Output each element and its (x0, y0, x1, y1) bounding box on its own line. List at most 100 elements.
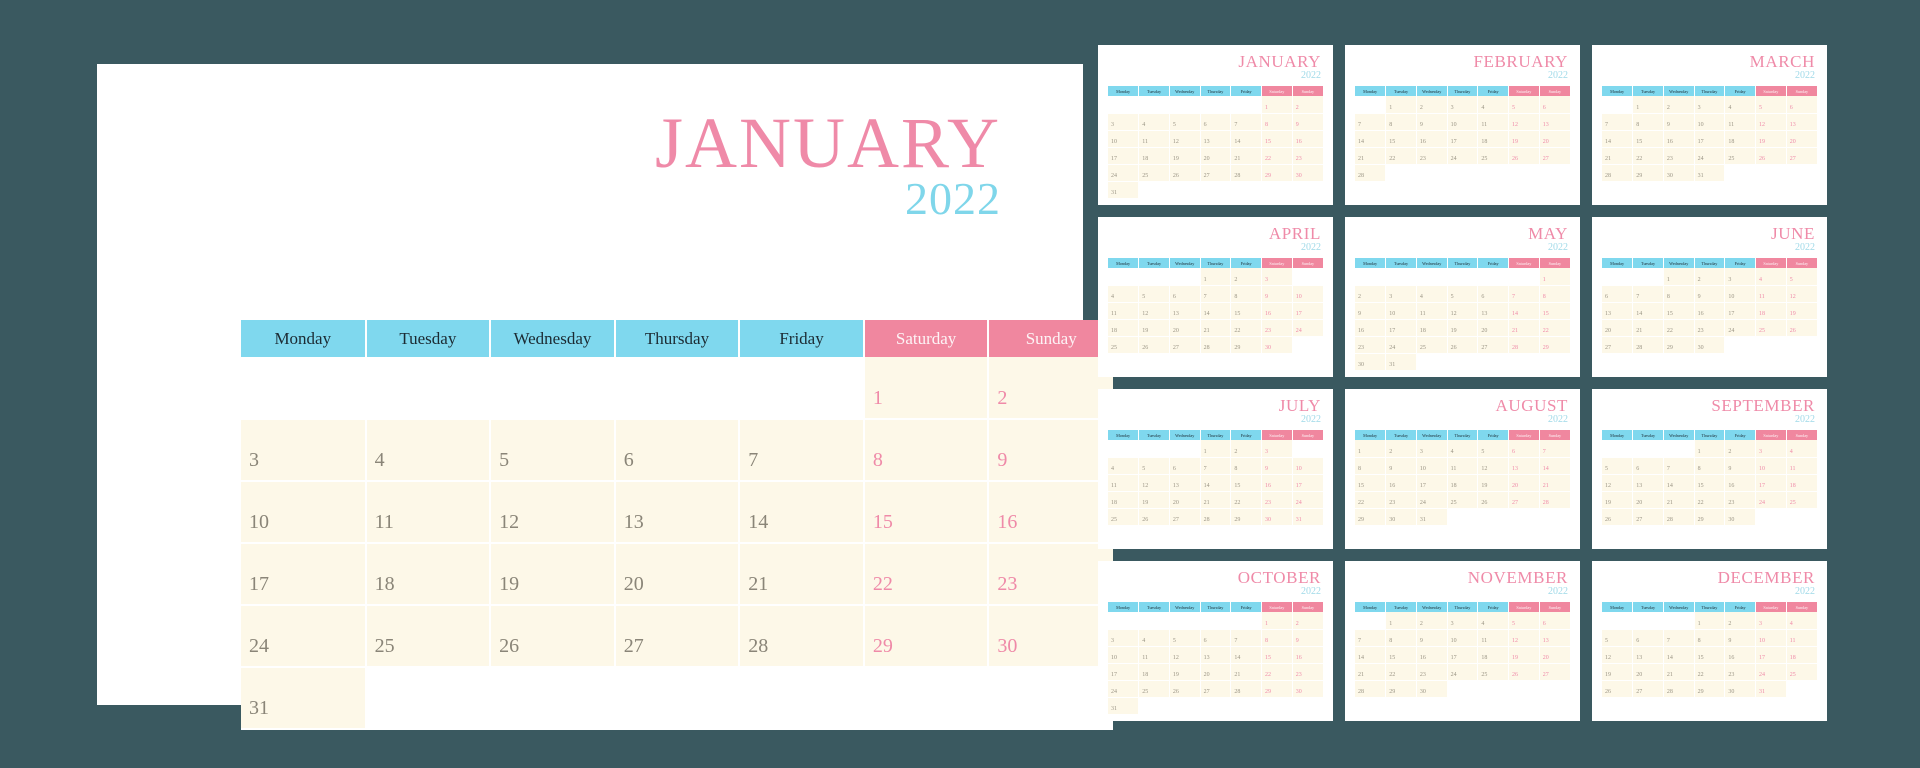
mini-day-cell[interactable]: 24 (1694, 147, 1726, 165)
mini-day-cell[interactable]: 20 (1632, 663, 1664, 681)
mini-day-cell[interactable]: 6 (1539, 96, 1570, 114)
mini-day-cell[interactable]: 25 (1724, 147, 1757, 165)
mini-day-cell[interactable]: 7 (1602, 113, 1634, 131)
mini-day-cell[interactable]: 30 (1355, 353, 1387, 371)
mini-day-cell[interactable]: 25 (1108, 336, 1140, 354)
mini-day-cell[interactable]: 1 (1385, 96, 1417, 114)
mini-day-cell[interactable]: 10 (1755, 457, 1787, 475)
mini-day-cell[interactable]: 16 (1385, 474, 1417, 492)
mini-day-cell[interactable]: 15 (1539, 302, 1570, 320)
mini-day-cell[interactable]: 1 (1261, 612, 1293, 630)
mini-day-cell[interactable]: 17 (1724, 302, 1757, 320)
mini-day-cell[interactable]: 22 (1632, 147, 1664, 165)
mini-day-cell[interactable]: 18 (1724, 130, 1757, 148)
mini-day-cell[interactable]: 5 (1138, 285, 1170, 303)
mini-day-cell[interactable]: 22 (1694, 491, 1726, 509)
mini-day-cell[interactable]: 3 (1261, 268, 1293, 286)
mini-day-cell[interactable]: 25 (1138, 164, 1170, 182)
mini-day-cell[interactable]: 1 (1694, 440, 1726, 458)
mini-day-cell[interactable]: 2 (1694, 268, 1726, 286)
mini-day-cell[interactable]: 19 (1508, 646, 1540, 664)
main-day-cell[interactable]: 11 (365, 481, 492, 544)
mini-day-cell[interactable]: 17 (1108, 147, 1140, 165)
mini-day-cell[interactable]: 10 (1447, 629, 1479, 647)
mini-day-cell[interactable]: 7 (1200, 457, 1232, 475)
mini-day-cell[interactable]: 3 (1108, 113, 1140, 131)
mini-day-cell[interactable]: 20 (1539, 130, 1570, 148)
mini-day-cell[interactable]: 5 (1602, 629, 1634, 647)
mini-day-cell[interactable]: 18 (1447, 474, 1479, 492)
main-day-cell[interactable]: 28 (739, 605, 865, 668)
mini-day-cell[interactable]: 19 (1447, 319, 1479, 337)
mini-day-cell[interactable]: 22 (1694, 663, 1726, 681)
mini-day-cell[interactable]: 31 (1108, 697, 1140, 715)
mini-day-cell[interactable]: 13 (1539, 629, 1570, 647)
mini-day-cell[interactable]: 24 (1108, 164, 1140, 182)
mini-day-cell[interactable]: 11 (1447, 457, 1479, 475)
mini-day-cell[interactable]: 28 (1539, 491, 1570, 509)
mini-day-cell[interactable]: 29 (1261, 164, 1293, 182)
mini-day-cell[interactable]: 6 (1169, 285, 1201, 303)
mini-calendar-may[interactable]: MAY 2022 Monday Tuesday Wednesday Thursday Fri… (1345, 217, 1580, 377)
mini-day-cell[interactable]: 12 (1508, 113, 1540, 131)
mini-day-cell[interactable]: 18 (1138, 663, 1170, 681)
mini-day-cell[interactable]: 30 (1694, 336, 1726, 354)
mini-day-cell[interactable]: 1 (1200, 268, 1232, 286)
mini-day-cell[interactable]: 21 (1602, 147, 1634, 165)
mini-day-cell[interactable]: 6 (1632, 457, 1664, 475)
mini-day-cell[interactable]: 3 (1385, 285, 1417, 303)
mini-day-cell[interactable]: 27 (1200, 680, 1232, 698)
mini-day-cell[interactable]: 2 (1230, 440, 1263, 458)
mini-day-cell[interactable]: 19 (1755, 130, 1787, 148)
mini-day-cell[interactable]: 8 (1230, 285, 1263, 303)
mini-calendar-march[interactable]: MARCH 2022 Monday Tuesday Wednesday Thursday F… (1592, 45, 1827, 205)
mini-day-cell[interactable]: 26 (1602, 680, 1634, 698)
mini-day-cell[interactable]: 18 (1786, 474, 1817, 492)
mini-day-cell[interactable]: 19 (1138, 319, 1170, 337)
mini-day-cell[interactable]: 26 (1169, 680, 1201, 698)
mini-day-cell[interactable]: 8 (1355, 457, 1387, 475)
mini-day-cell[interactable]: 21 (1663, 491, 1695, 509)
mini-day-cell[interactable]: 9 (1261, 285, 1293, 303)
mini-day-cell[interactable]: 8 (1694, 457, 1726, 475)
mini-day-cell[interactable]: 9 (1292, 629, 1323, 647)
mini-day-cell[interactable]: 4 (1786, 612, 1817, 630)
mini-day-cell[interactable]: 24 (1755, 663, 1787, 681)
mini-day-cell[interactable]: 27 (1539, 147, 1570, 165)
mini-day-cell[interactable]: 23 (1385, 491, 1417, 509)
mini-day-cell[interactable]: 17 (1755, 474, 1787, 492)
mini-day-cell[interactable]: 3 (1108, 629, 1140, 647)
mini-day-cell[interactable]: 4 (1786, 440, 1817, 458)
main-day-cell[interactable]: 12 (490, 481, 616, 544)
mini-day-cell[interactable]: 27 (1200, 164, 1232, 182)
mini-day-cell[interactable]: 21 (1539, 474, 1570, 492)
mini-day-cell[interactable]: 13 (1169, 474, 1201, 492)
mini-day-cell[interactable]: 15 (1261, 130, 1293, 148)
mini-day-cell[interactable]: 23 (1663, 147, 1695, 165)
mini-day-cell[interactable]: 22 (1539, 319, 1570, 337)
mini-day-cell[interactable]: 10 (1108, 130, 1140, 148)
mini-day-cell[interactable]: 15 (1385, 130, 1417, 148)
mini-day-cell[interactable]: 31 (1755, 680, 1787, 698)
mini-day-cell[interactable]: 22 (1385, 147, 1417, 165)
mini-day-cell[interactable]: 29 (1355, 508, 1387, 526)
main-day-cell[interactable]: 8 (863, 419, 990, 482)
mini-day-cell[interactable]: 26 (1786, 319, 1817, 337)
mini-calendar-december[interactable]: DECEMBER 2022 Monday Tuesday Wednesday Thursd… (1592, 561, 1827, 721)
mini-day-cell[interactable]: 30 (1261, 336, 1293, 354)
mini-day-cell[interactable]: 11 (1477, 629, 1510, 647)
mini-day-cell[interactable]: 10 (1724, 285, 1757, 303)
mini-day-cell[interactable]: 21 (1632, 319, 1664, 337)
mini-day-cell[interactable]: 21 (1663, 663, 1695, 681)
mini-day-cell[interactable]: 23 (1724, 491, 1757, 509)
mini-day-cell[interactable]: 19 (1477, 474, 1510, 492)
mini-day-cell[interactable]: 20 (1632, 491, 1664, 509)
mini-day-cell[interactable]: 11 (1138, 130, 1170, 148)
mini-day-cell[interactable]: 26 (1138, 336, 1170, 354)
mini-day-cell[interactable]: 24 (1416, 491, 1448, 509)
mini-day-cell[interactable]: 1 (1663, 268, 1695, 286)
mini-day-cell[interactable]: 15 (1385, 646, 1417, 664)
mini-day-cell[interactable]: 30 (1416, 680, 1448, 698)
mini-day-cell[interactable]: 20 (1508, 474, 1540, 492)
mini-day-cell[interactable]: 18 (1416, 319, 1448, 337)
